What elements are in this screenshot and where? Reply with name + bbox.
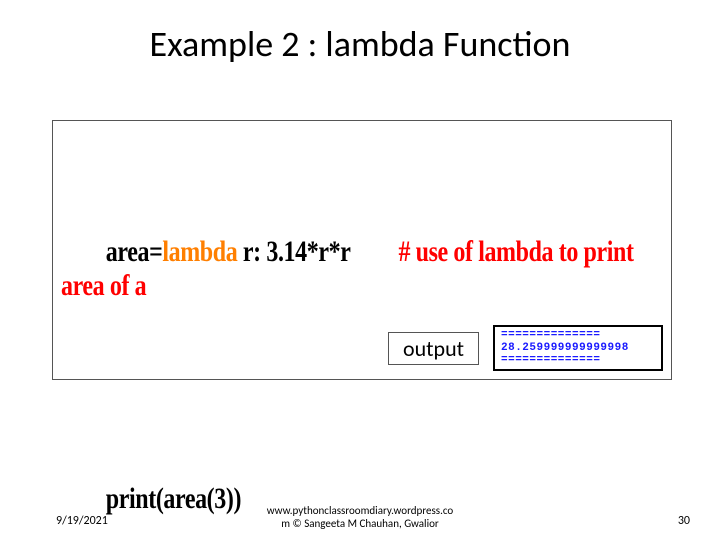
footer-date: 9/19/2021 bbox=[56, 514, 108, 528]
code-token: r: 3.14*r*r bbox=[237, 235, 350, 268]
output-row: output ============== 28.259999999999998… bbox=[53, 325, 671, 371]
footer-page-number: 30 bbox=[678, 514, 690, 528]
footer: 9/19/2021 www.pythonclassroomdiary.wordp… bbox=[0, 498, 720, 528]
footer-credit: www.pythonclassroomdiary.wordpress.co m … bbox=[210, 504, 510, 530]
output-label: output bbox=[388, 332, 479, 365]
slide: Example 2 : lambda Function area=lambda … bbox=[0, 0, 720, 540]
code-frame: area=lambda r: 3.14*r*r# use of lambda t… bbox=[52, 120, 672, 380]
footer-credit-line: m © Sangeeta M Chauhan, Gwalior bbox=[210, 517, 510, 530]
code-line-1: area=lambda r: 3.14*r*r# use of lambda t… bbox=[61, 200, 663, 338]
console-rule: ============== bbox=[501, 329, 655, 342]
code-token: area= bbox=[106, 235, 163, 268]
slide-title: Example 2 : lambda Function bbox=[0, 22, 720, 66]
keyword-lambda: lambda bbox=[162, 235, 237, 268]
console-rule: ============== bbox=[501, 354, 655, 367]
console-output: ============== 28.259999999999998 ======… bbox=[493, 325, 663, 371]
console-value: 28.259999999999998 bbox=[501, 342, 655, 355]
footer-credit-line: www.pythonclassroomdiary.wordpress.co bbox=[210, 504, 510, 517]
